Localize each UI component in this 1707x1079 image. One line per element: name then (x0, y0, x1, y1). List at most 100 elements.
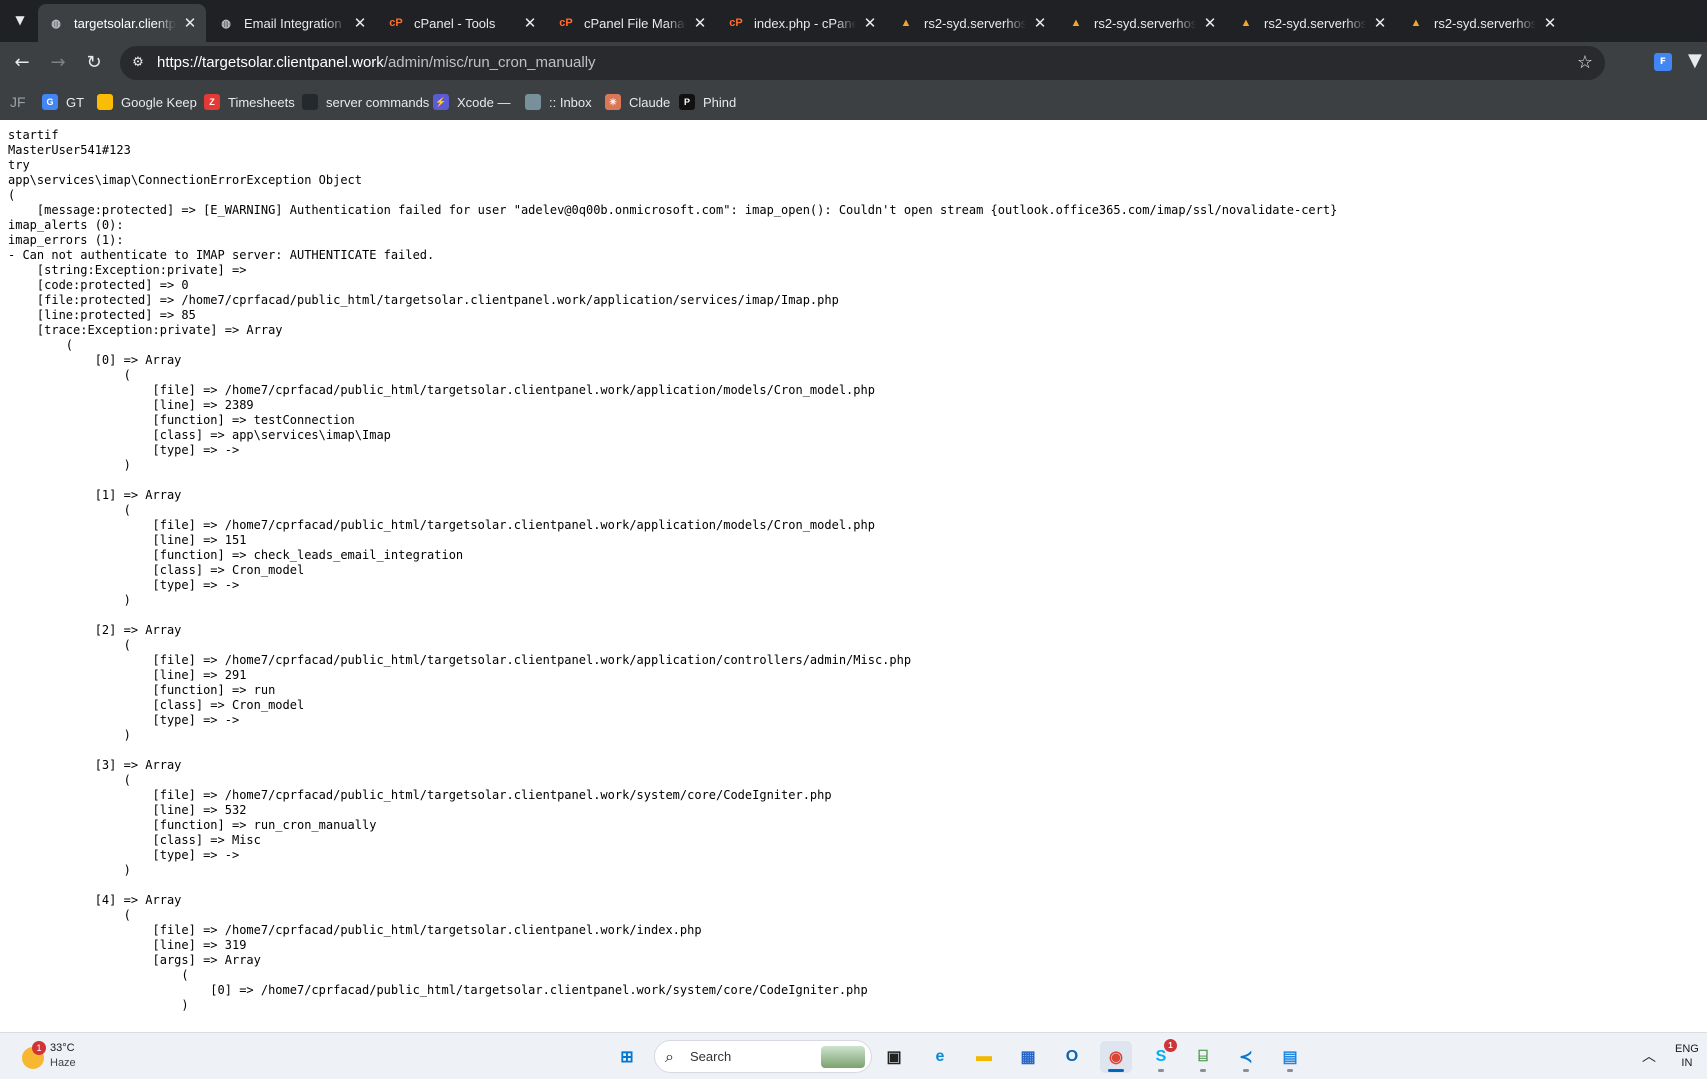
network-app-icon[interactable]: ⌸ (1187, 1041, 1219, 1073)
edge-icon[interactable]: e (924, 1041, 956, 1073)
bookmark-inbox[interactable]: :: Inbox (525, 91, 592, 113)
outlook-icon[interactable]: O (1056, 1041, 1088, 1073)
bookmark-phind[interactable]: P Phind (679, 91, 736, 113)
close-icon[interactable]: ✕ (522, 14, 538, 32)
output-line: [function] => testConnection (8, 413, 355, 427)
output-line: - Can not authenticate to IMAP server: A… (8, 248, 435, 262)
tab-8[interactable]: ▲ rs2-syd.serverhostgroup.com ✕ (1398, 4, 1566, 42)
close-icon[interactable]: ✕ (1372, 14, 1388, 32)
bookmark-timesheets[interactable]: Z Timesheets (204, 91, 295, 113)
tab-5[interactable]: ▲ rs2-syd.serverhostgroup.com ✕ (888, 4, 1056, 42)
url-text[interactable]: https://targetsolar.clientpanel.work/adm… (157, 54, 596, 71)
tab-title: cPanel - Tools (414, 15, 496, 31)
task-view-icon[interactable]: ▣ (878, 1041, 910, 1073)
tab-title: rs2-syd.serverhostgroup.com (924, 15, 1026, 31)
back-button[interactable]: ← (10, 51, 34, 75)
reload-button[interactable]: ↻ (82, 51, 106, 75)
tab-search-button[interactable]: ▼ (8, 8, 32, 32)
output-line: ( (8, 638, 131, 652)
close-icon[interactable]: ✕ (1032, 14, 1048, 32)
taskbar-search[interactable]: ⌕ Search (654, 1040, 872, 1073)
phind-icon: P (679, 94, 695, 110)
output-line: [type] => -> (8, 848, 240, 862)
bookmark-claude[interactable]: ✳ Claude (605, 91, 670, 113)
language-indicator[interactable]: ENG IN (1675, 1042, 1699, 1070)
browser-chrome: ▼ ◍ targetsolar.clientpanel.work ✕ ◍ Email I… (0, 0, 1707, 120)
tab-title: rs2-syd.serverhostgroup.com (1094, 15, 1196, 31)
output-line: [function] => check_leads_email_integrat… (8, 548, 464, 562)
output-line: [3] => Array (8, 758, 182, 772)
output-line: [type] => -> (8, 713, 240, 727)
close-icon[interactable]: ✕ (862, 14, 878, 32)
output-line: [file] => /home7/cprfacad/public_html/ta… (8, 518, 875, 532)
extension-icon[interactable]: F (1654, 53, 1672, 71)
output-line: [line] => 319 (8, 938, 247, 952)
output-line: [file] => /home7/cprfacad/public_html/ta… (8, 788, 832, 802)
output-line: [code:protected] => 0 (8, 278, 189, 292)
output-line: [class] => Cron_model (8, 698, 305, 712)
start-icon[interactable]: ⊞ (611, 1041, 643, 1073)
file-explorer-icon[interactable]: ▬ (968, 1041, 1000, 1073)
profile-initials[interactable]: JF (10, 91, 26, 113)
reload-icon: ↻ (86, 52, 102, 73)
skype-icon[interactable]: S1 (1145, 1039, 1177, 1073)
tab-1[interactable]: ◍ Email Integration ✕ (208, 4, 376, 42)
address-bar[interactable]: ⚙ https://targetsolar.clientpanel.work/a… (120, 46, 1605, 80)
tab-3[interactable]: cP cPanel File Manager v3 ✕ (548, 4, 716, 42)
output-line: [line] => 532 (8, 803, 247, 817)
output-line: ( (8, 503, 131, 517)
output-line: [file] => /home7/cprfacad/public_html/ta… (8, 653, 912, 667)
output-line: MasterUser541#123 (8, 143, 131, 157)
tray-chevron-up-icon[interactable]: ︿ (1642, 1046, 1656, 1066)
tab-6[interactable]: ▲ rs2-syd.serverhostgroup.com ✕ (1058, 4, 1226, 42)
output-line: ( (8, 773, 131, 787)
globe-icon: ◍ (51, 17, 61, 30)
bookmark-label: :: Inbox (549, 94, 592, 110)
close-icon[interactable]: ✕ (352, 14, 368, 32)
tab-2[interactable]: cP cPanel - Tools ✕ (378, 4, 546, 42)
bookmark-github[interactable]: server commands (302, 91, 429, 113)
bookmark-star-icon[interactable]: ☆ (1577, 52, 1593, 73)
output-line: imap_errors (1): (8, 233, 124, 247)
output-line: try (8, 158, 30, 172)
language-code: ENG (1675, 1043, 1699, 1055)
output-line: app\services\imap\ConnectionErrorExcepti… (8, 173, 363, 187)
weather-desc: Haze (50, 1057, 76, 1069)
output-line: [line] => 2389 (8, 398, 254, 412)
tab-7[interactable]: ▲ rs2-syd.serverhostgroup.com ✕ (1228, 4, 1396, 42)
server-icon: ▲ (1070, 17, 1082, 29)
vscode-icon[interactable]: ≺ (1230, 1041, 1262, 1073)
chrome-icon[interactable]: ◉ (1100, 1041, 1132, 1073)
output-line: [string:Exception:private] => (8, 263, 254, 277)
output-line: ( (8, 968, 189, 982)
bookmark-xcode[interactable]: ⚡ Xcode — (433, 91, 510, 113)
output-line: [type] => -> (8, 443, 240, 457)
output-line: [file] => /home7/cprfacad/public_html/ta… (8, 923, 702, 937)
tab-title: rs2-syd.serverhostgroup.com (1264, 15, 1366, 31)
menu-chevron-icon[interactable]: ▼ (1688, 50, 1702, 71)
tab-0[interactable]: ◍ targetsolar.clientpanel.work ✕ (38, 4, 206, 42)
region-code: IN (1681, 1057, 1693, 1069)
bookmark-label: Google Keep (121, 94, 197, 110)
close-icon[interactable]: ✕ (1202, 14, 1218, 32)
tab-4[interactable]: cP index.php - cPanel File Manager ✕ (718, 4, 886, 42)
notepad-icon[interactable]: ▤ (1274, 1041, 1306, 1073)
forward-button[interactable]: → (46, 51, 70, 75)
weather-badge: 1 (32, 1041, 46, 1055)
weather-widget[interactable]: 1 33°C Haze (18, 1041, 138, 1073)
store-icon[interactable]: ▦ (1012, 1041, 1044, 1073)
output-line: ) (8, 458, 131, 472)
page-content: startif MasterUser541#123 try app\services\… (0, 120, 1707, 1032)
close-icon[interactable]: ✕ (692, 14, 708, 32)
bookmark-google-keep[interactable]: Google Keep (97, 91, 197, 113)
output-line: ) (8, 593, 131, 607)
site-info-icon[interactable]: ⚙ (128, 53, 148, 73)
running-indicator (1243, 1069, 1249, 1072)
bookmark-google-translate[interactable]: G GT (42, 91, 84, 113)
output-line: [0] => Array (8, 353, 182, 367)
close-icon[interactable]: ✕ (182, 14, 198, 32)
output-line: [message:protected] => [E_WARNING] Authe… (8, 203, 1338, 217)
close-icon[interactable]: ✕ (1542, 14, 1558, 32)
bookmark-label: Claude (629, 94, 671, 110)
